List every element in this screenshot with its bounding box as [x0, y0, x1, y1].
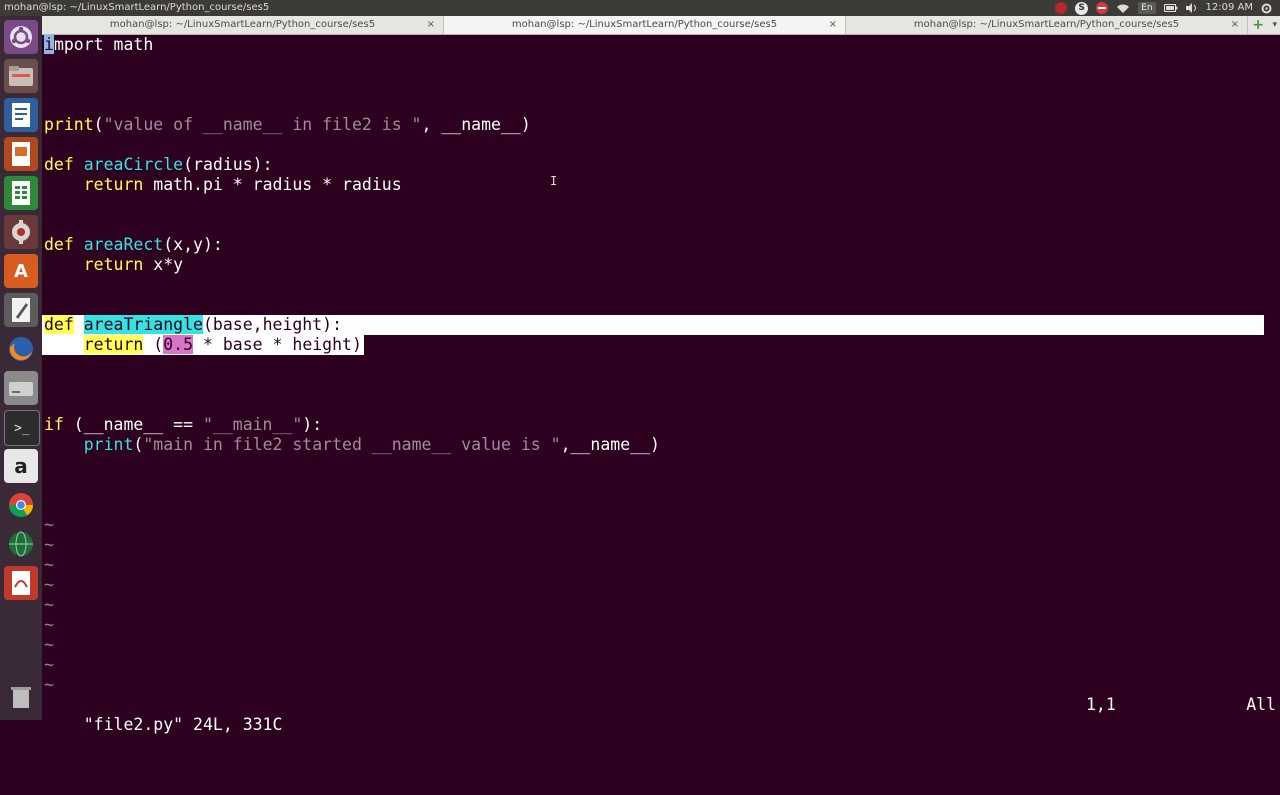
vim-status-line: "file2.py" 24L, 331C 1,1 All: [44, 695, 1278, 734]
keyboard-layout-indicator[interactable]: En: [1138, 2, 1156, 14]
dash-icon[interactable]: [4, 20, 38, 54]
chrome-icon[interactable]: [4, 488, 38, 522]
terminal-tab-1[interactable]: mohan@lsp: ~/LinuxSmartLearn/Python_cour…: [42, 16, 444, 34]
code-line-5: print("value of __name__ in file2 is ", …: [44, 115, 531, 134]
record-indicator-icon[interactable]: [1055, 2, 1068, 14]
terminal-tab-2[interactable]: mohan@lsp: ~/LinuxSmartLearn/Python_cour…: [444, 16, 846, 34]
tab-close-icon[interactable]: ×: [427, 16, 435, 34]
impress-icon[interactable]: [4, 137, 38, 171]
tab-label: mohan@lsp: ~/LinuxSmartLearn/Python_cour…: [511, 19, 778, 30]
empty-line-marker: ~: [44, 535, 54, 554]
terminal-icon[interactable]: >_: [4, 410, 40, 446]
indicator-area: S En 12:09 AM: [1055, 0, 1272, 16]
text-cursor: i: [44, 35, 54, 54]
trash-icon[interactable]: [4, 680, 38, 714]
top-panel: mohan@lsp: ~/LinuxSmartLearn/Python_cour…: [0, 0, 1280, 16]
tab-close-icon[interactable]: ×: [1231, 16, 1239, 34]
calc-icon[interactable]: [4, 176, 38, 210]
code-line-21: print("main in file2 started __name__ va…: [83, 435, 660, 454]
document-viewer-icon[interactable]: [4, 566, 38, 600]
tab-close-icon[interactable]: ×: [829, 16, 837, 34]
text-editor-icon[interactable]: [4, 293, 38, 327]
skype-icon[interactable]: S: [1075, 1, 1089, 15]
empty-line-marker: ~: [44, 515, 54, 534]
file-info: "file2.py" 24L, 331C: [83, 715, 283, 734]
empty-line-marker: ~: [44, 595, 54, 614]
empty-line-marker: ~: [44, 615, 54, 634]
terminal-tab-3[interactable]: mohan@lsp: ~/LinuxSmartLearn/Python_cour…: [846, 16, 1248, 34]
code-line-7: def areaCircle(radius):: [44, 155, 273, 174]
settings-icon[interactable]: [4, 215, 38, 249]
empty-line-marker: ~: [44, 635, 54, 654]
empty-line-marker: ~: [44, 555, 54, 574]
code-line-11: def areaRect(x,y):: [44, 235, 223, 254]
code-line-12: return x*y: [83, 255, 184, 274]
globe-icon[interactable]: [4, 527, 38, 561]
wifi-icon[interactable]: [1116, 0, 1130, 16]
tab-label: mohan@lsp: ~/LinuxSmartLearn/Python_cour…: [109, 19, 376, 30]
tab-menu-icon[interactable]: ▾: [1272, 16, 1277, 34]
launcher: A >_ a: [0, 16, 42, 720]
disk-icon[interactable]: [4, 371, 38, 405]
code-line-8: return math.pi * radius * radius: [83, 175, 402, 194]
files-icon[interactable]: [4, 59, 38, 93]
software-center-icon[interactable]: A: [4, 254, 38, 288]
empty-line-marker: ~: [44, 675, 54, 694]
code-line-1: import math: [44, 35, 154, 54]
clock[interactable]: 12:09 AM: [1206, 0, 1253, 16]
new-tab-icon[interactable]: +: [1252, 16, 1264, 34]
empty-line-marker: ~: [44, 655, 54, 674]
firefox-icon[interactable]: [4, 332, 38, 366]
no-entry-icon[interactable]: [1096, 2, 1109, 14]
writer-icon[interactable]: [4, 98, 38, 132]
amazon-icon[interactable]: a: [4, 449, 38, 483]
battery-icon[interactable]: [1163, 0, 1178, 16]
terminal-tab-bar: mohan@lsp: ~/LinuxSmartLearn/Python_cour…: [42, 16, 1280, 35]
code-line-16: return (0.5 * base * height): [83, 335, 362, 354]
window-title: mohan@lsp: ~/LinuxSmartLearn/Python_cour…: [4, 2, 270, 13]
cursor-position: 1,1: [1086, 695, 1116, 714]
tab-label: mohan@lsp: ~/LinuxSmartLearn/Python_cour…: [913, 19, 1180, 30]
mouse-ibeam-icon: I: [550, 174, 558, 188]
volume-icon[interactable]: [1185, 0, 1198, 16]
code-line-20: if (__name__ == "__main__"):: [44, 415, 323, 434]
scroll-indicator: All: [1246, 695, 1276, 714]
power-gear-icon[interactable]: [1261, 0, 1272, 16]
vim-editor[interactable]: import math print("value of __name__ in …: [42, 35, 1280, 734]
code-line-15: def areaTriangle(base,height):: [44, 315, 343, 334]
empty-line-marker: ~: [44, 575, 54, 594]
